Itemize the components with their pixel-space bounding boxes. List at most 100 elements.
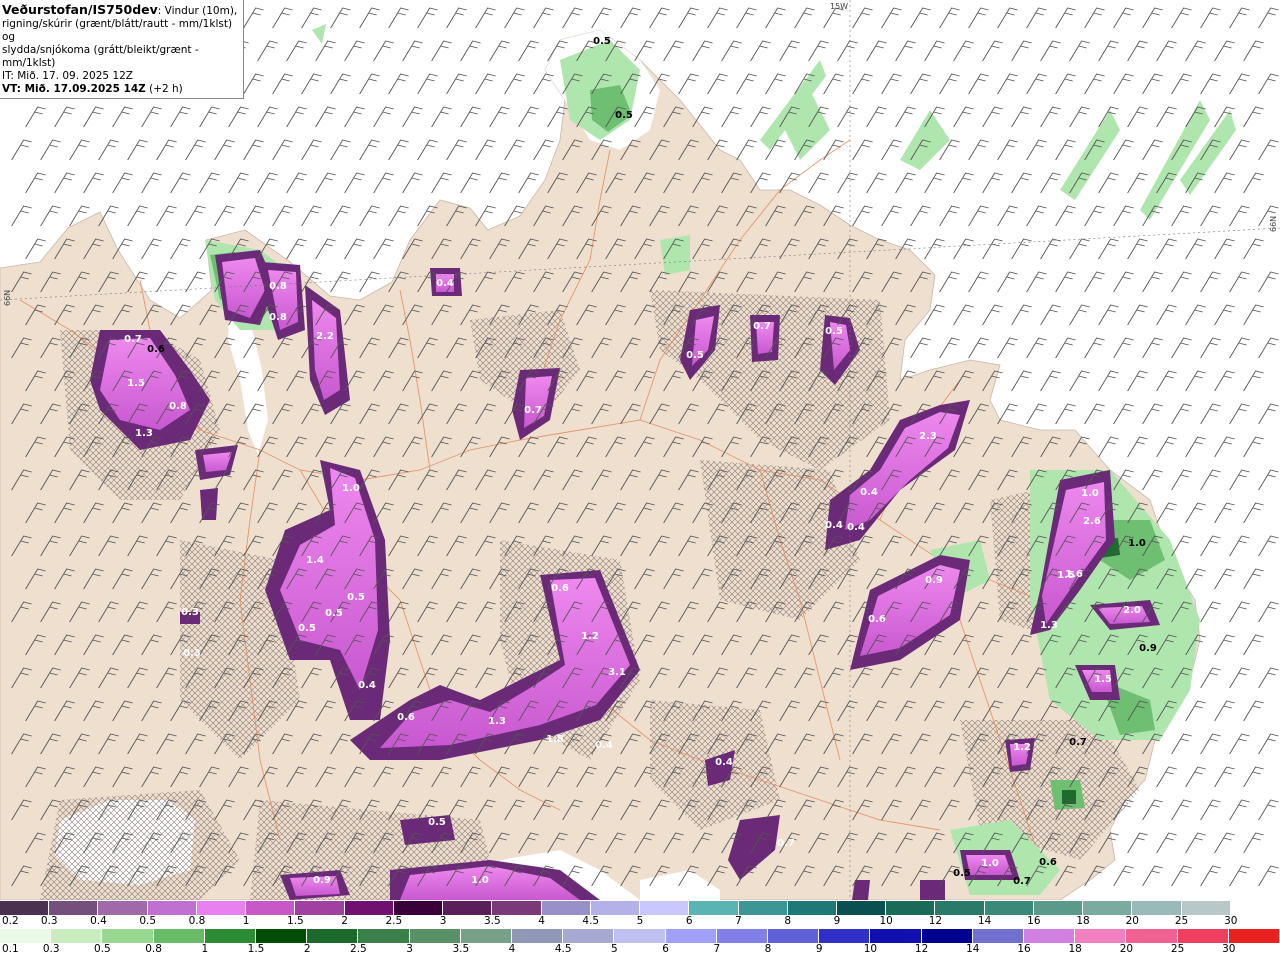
map-value-label: 1.5: [127, 378, 145, 389]
legend-label: 25: [1170, 943, 1185, 955]
map-value-label: 0.6: [147, 344, 165, 355]
legend-label: 5: [611, 943, 618, 955]
legend-label: 3.5: [483, 915, 501, 927]
legend-swatch: [153, 929, 205, 943]
legend-label: 18: [1068, 943, 1082, 955]
map-value-label: 0.6: [551, 583, 569, 594]
legend-label: 0.2: [2, 915, 19, 927]
legend-label: 0.8: [145, 943, 162, 955]
legend-label: 18: [1076, 915, 1090, 927]
map-value-label: 0.9: [925, 575, 943, 586]
map-value-label: 0.4: [860, 487, 878, 498]
map-value-label: 2.6: [1083, 516, 1101, 527]
legend-label: 0.4: [90, 915, 107, 927]
legend-swatch: [836, 901, 887, 915]
legend-swatch: [640, 901, 690, 915]
map-title: Veðurstofan/IS750dev: [2, 2, 158, 17]
legend-label: 5: [636, 915, 644, 927]
map-value-label: 0.5: [825, 326, 843, 337]
valid-time: VT: Mið. 17.09.2025 14Z: [2, 83, 146, 95]
legend-swatch: [590, 901, 641, 915]
map-value-label: 0.4: [595, 740, 613, 751]
legend-swatch: [0, 929, 52, 943]
map-value-label: 0.6: [397, 712, 415, 723]
legend-swatch: [256, 929, 308, 943]
map-value-label: 0.7: [753, 321, 771, 332]
legend-swatch: [738, 901, 788, 915]
legend-label: 14: [966, 943, 980, 955]
map-value-label: 0.9: [313, 875, 331, 886]
map-value-label: 1.0: [1081, 488, 1099, 499]
legend-label: 1: [242, 915, 250, 927]
map-info-box: Veðurstofan/IS750dev: Vindur (10m), rign…: [0, 0, 244, 99]
map-value-label: 1.0: [1128, 538, 1146, 549]
legend-swatch: [819, 929, 871, 943]
legend-swatch: [665, 929, 717, 943]
snow-legend-labels: 0.2 0.3 0.4 0.5 0.8 1 1.5 2 2.5 3 3.5 4 4.5 5 6 7 8 9 10 12…: [0, 915, 1280, 929]
map-value-label: 1.0: [981, 858, 999, 869]
legend-swatch: [984, 901, 1034, 915]
legend-label: 12: [928, 915, 943, 927]
map-value-label: 1.0: [471, 875, 489, 886]
legend-swatch: [1230, 901, 1280, 915]
map-value-label: 0.3: [181, 607, 199, 618]
legend-label: 4.5: [554, 943, 572, 955]
map-value-label: 0.6: [868, 614, 886, 625]
legend-label: 14: [977, 915, 992, 927]
map-value-label: 0.4: [715, 757, 733, 768]
legend-swatch: [443, 901, 493, 915]
legend-label: 9: [833, 915, 841, 927]
legend-label: 1.5: [247, 943, 265, 955]
legend-label: 0.5: [139, 915, 157, 927]
legend-swatch: [49, 901, 99, 915]
map-value-label: 0.8: [269, 281, 287, 292]
legend-label: 1: [201, 943, 209, 955]
map-value-label: 1.2: [581, 631, 599, 642]
map-desc-line-3: slydda/snjókoma (grátt/bleikt/grænt - mm…: [2, 44, 199, 69]
legend-label: 3.5: [452, 943, 470, 955]
legend-label: 4: [508, 943, 516, 955]
legend-swatch: [344, 901, 394, 915]
legend-label: 10: [879, 915, 893, 927]
lat-label-left: 66N: [3, 290, 12, 306]
map-value-label: 1.6: [1065, 569, 1083, 580]
weather-map: 15W 66N 66N 0.5 0.5 0.4 0.8 0.8 2.2 0.7 1.5 0.8 1…: [0, 0, 1280, 900]
legend-swatch: [1181, 901, 1231, 915]
map-value-label: 0.5: [686, 350, 704, 361]
snow-legend: 0.2 0.3 0.4 0.5 0.8 1 1.5 2 2.5 3 3.5 4 4.5 5 6 7 8 9 10 12…: [0, 901, 1280, 929]
snow-legend-bar: [0, 901, 1280, 915]
legend-swatch: [1024, 929, 1076, 943]
legend-label: 25: [1174, 915, 1189, 927]
legend-label: 0.3: [40, 915, 58, 927]
rain-legend-labels: 0.1 0.3 0.5 0.8 1 1.5 2 2.5 3 3.5 4 4.5 5 6 7 8 9 10 12 14 1…: [0, 943, 1280, 957]
map-value-label: 1.5: [1094, 674, 1112, 685]
legend-swatch: [1083, 901, 1133, 915]
legend-label: 0.8: [188, 915, 206, 927]
legend-label: 1.5: [287, 915, 304, 927]
legend-label: 3: [406, 943, 413, 955]
legend-label: 2.5: [385, 915, 403, 927]
legend-label: 16: [1027, 915, 1041, 927]
map-value-label: 0.4: [436, 278, 454, 289]
legend-label: 20: [1119, 943, 1134, 955]
map-title-suffix: : Vindur (10m),: [157, 5, 238, 17]
map-value-label: 3.1: [608, 667, 626, 678]
legend-label: 16: [1017, 943, 1031, 955]
map-value-label: 0.7: [124, 334, 142, 345]
map-value-label: 0.4: [825, 520, 843, 531]
legend-label: 0.3: [42, 943, 60, 955]
legend-swatch: [492, 901, 542, 915]
legend-swatch: [787, 901, 837, 915]
legend-label: 7: [735, 915, 742, 927]
map-value-label: 0.7: [1069, 737, 1087, 748]
legend-swatch: [460, 929, 513, 943]
legend-swatch: [541, 901, 591, 915]
legend-swatch: [563, 929, 615, 943]
map-value-label: 0.3: [183, 648, 201, 659]
legend-swatch: [972, 929, 1025, 943]
legend-swatch: [295, 901, 345, 915]
map-desc-line-2: rigning/skúrir (grænt/blátt/rautt - mm/1…: [2, 18, 233, 43]
map-value-label: 0.7: [777, 838, 795, 849]
legend-label: 8: [784, 915, 792, 927]
legend-swatch: [358, 929, 410, 943]
